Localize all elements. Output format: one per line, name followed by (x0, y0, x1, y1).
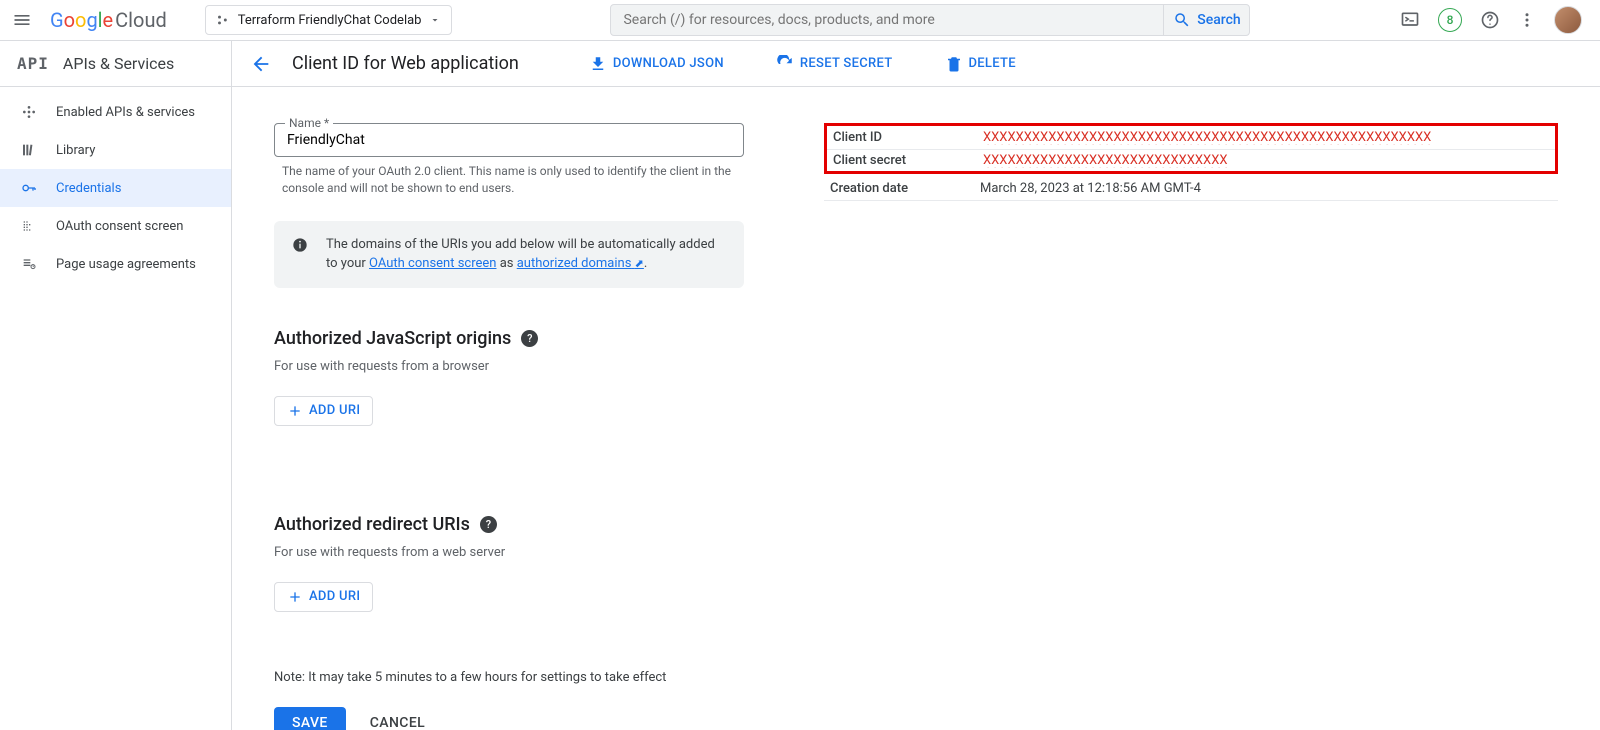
delete-button[interactable]: DELETE (945, 55, 1016, 73)
search-bar[interactable]: Search (610, 4, 1250, 36)
name-field-label: Name * (285, 116, 333, 130)
credentials-icon (20, 179, 38, 197)
sidebar-item-enabled-apis[interactable]: Enabled APIs & services (0, 93, 231, 131)
sidebar-item-oauth-consent[interactable]: OAuth consent screen (0, 207, 231, 245)
help-icon[interactable]: ? (480, 516, 497, 533)
enabled-apis-icon (20, 103, 38, 121)
creation-date-value: March 28, 2023 at 12:18:56 AM GMT-4 (980, 181, 1201, 196)
sidebar-item-credentials[interactable]: Credentials (0, 169, 231, 207)
sidebar-item-label: Enabled APIs & services (56, 105, 195, 120)
download-json-button[interactable]: DOWNLOAD JSON (589, 55, 724, 73)
save-button[interactable]: SAVE (274, 707, 346, 730)
sidebar-item-label: Page usage agreements (56, 257, 196, 272)
sidebar-item-label: OAuth consent screen (56, 219, 183, 234)
cloud-shell-icon[interactable] (1400, 10, 1420, 30)
page-title: Client ID for Web application (292, 53, 519, 74)
menu-icon[interactable] (10, 8, 34, 32)
name-field[interactable]: Name * (274, 123, 744, 157)
sidebar-item-label: Library (56, 143, 95, 158)
info-icon (292, 237, 308, 274)
authorized-domains-link[interactable]: authorized domains ⬈ (517, 256, 644, 271)
client-secret-value[interactable]: XXXXXXXXXXXXXXXXXXXXXXXXXXXXXX (983, 153, 1228, 168)
client-id-value[interactable]: XXXXXXXXXXXXXXXXXXXXXXXXXXXXXXXXXXXXXXXX… (983, 130, 1431, 145)
js-origins-subtitle: For use with requests from a browser (274, 359, 744, 374)
settings-note: Note: It may take 5 minutes to a few hou… (274, 670, 744, 685)
oauth-consent-icon (20, 217, 38, 235)
library-icon (20, 141, 38, 159)
name-input[interactable] (275, 124, 743, 156)
project-name: Terraform FriendlyChat Codelab (238, 13, 422, 28)
client-info-panel-highlight: Client ID XXXXXXXXXXXXXXXXXXXXXXXXXXXXXX… (824, 123, 1558, 174)
more-options-icon[interactable] (1518, 11, 1536, 29)
creation-date-row: Creation date March 28, 2023 at 12:18:56… (824, 177, 1558, 201)
avatar[interactable] (1554, 6, 1582, 34)
back-arrow-icon[interactable] (250, 53, 272, 75)
add-redirect-uri-button[interactable]: ADD URI (274, 582, 373, 612)
redirect-uris-subtitle: For use with requests from a web server (274, 545, 744, 560)
sidebar-item-library[interactable]: Library (0, 131, 231, 169)
redirect-uris-heading: Authorized redirect URIs ? (274, 514, 744, 535)
sidebar-item-label: Credentials (56, 181, 121, 196)
client-secret-row: Client secret XXXXXXXXXXXXXXXXXXXXXXXXXX… (827, 150, 1555, 174)
sidebar-item-page-usage[interactable]: Page usage agreements (0, 245, 231, 283)
google-cloud-logo[interactable]: Google Cloud (50, 8, 167, 32)
section-title: APIs & Services (63, 54, 174, 73)
name-field-helper: The name of your OAuth 2.0 client. This … (274, 163, 744, 197)
cancel-button[interactable]: CANCEL (370, 715, 425, 730)
search-input[interactable] (611, 12, 1163, 28)
info-panel: The domains of the URIs you add below wi… (274, 221, 744, 288)
help-icon[interactable] (1480, 10, 1500, 30)
project-selector[interactable]: Terraform FriendlyChat Codelab (205, 5, 453, 35)
page-usage-icon (20, 255, 38, 273)
notification-badge[interactable]: 8 (1438, 8, 1462, 32)
add-js-origin-button[interactable]: ADD URI (274, 396, 373, 426)
client-id-row: Client ID XXXXXXXXXXXXXXXXXXXXXXXXXXXXXX… (827, 126, 1555, 150)
js-origins-heading: Authorized JavaScript origins ? (274, 328, 744, 349)
reset-secret-button[interactable]: RESET SECRET (776, 55, 893, 73)
api-icon: API (17, 54, 49, 73)
oauth-consent-link[interactable]: OAuth consent screen (369, 256, 496, 271)
search-button[interactable]: Search (1163, 5, 1249, 35)
help-icon[interactable]: ? (521, 330, 538, 347)
